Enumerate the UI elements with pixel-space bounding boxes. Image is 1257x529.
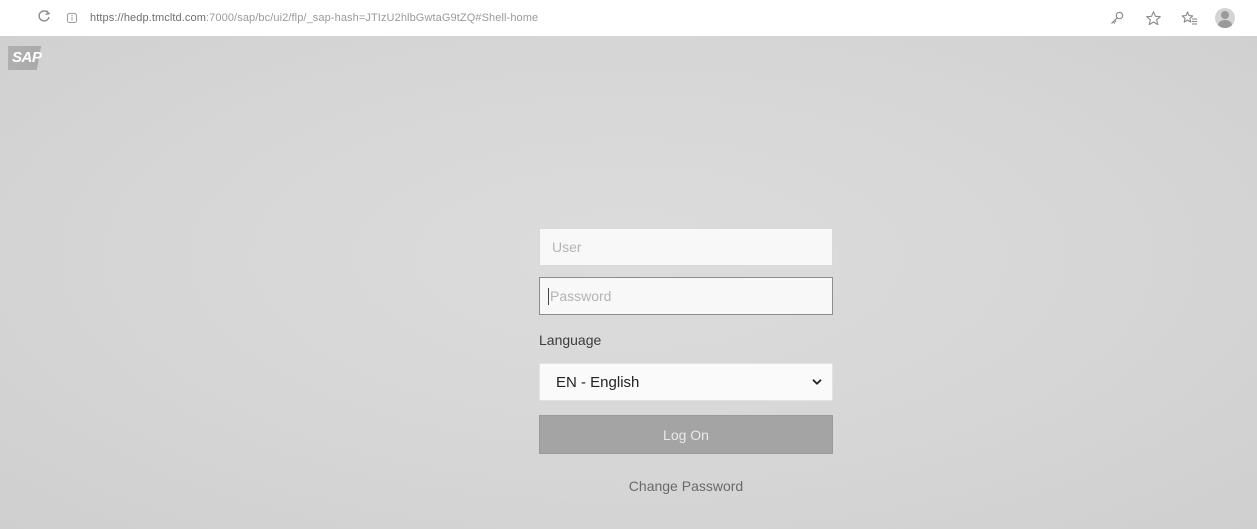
language-select[interactable]: EN - English	[539, 363, 833, 401]
browser-toolbar: https://hedp.tmcltd.com:7000/sap/bc/ui2/…	[0, 0, 1257, 36]
site-info-icon[interactable]	[66, 12, 78, 24]
reload-icon[interactable]	[36, 9, 52, 25]
key-icon[interactable]	[1107, 8, 1127, 28]
browser-tool-icons	[1107, 8, 1235, 28]
favorites-icon[interactable]	[1179, 8, 1199, 28]
login-page: SAP User Password Language EN - English …	[0, 36, 1257, 529]
url-host: https://hedp.tmcltd.com	[90, 12, 207, 24]
login-form: User Password Language EN - English Log …	[539, 228, 833, 494]
url-text: https://hedp.tmcltd.com:7000/sap/bc/ui2/…	[90, 12, 538, 24]
address-bar[interactable]: https://hedp.tmcltd.com:7000/sap/bc/ui2/…	[66, 5, 538, 31]
profile-avatar-icon[interactable]	[1215, 8, 1235, 28]
url-path: :7000/sap/bc/ui2/flp/_sap-hash=JTIzU2hlb…	[206, 12, 539, 24]
change-password-link[interactable]: Change Password	[539, 478, 833, 494]
user-input[interactable]: User	[539, 228, 833, 266]
user-placeholder: User	[552, 239, 582, 255]
language-selected-value: EN - English	[556, 373, 640, 391]
chevron-down-icon	[810, 375, 824, 389]
text-cursor	[548, 287, 549, 305]
star-icon[interactable]	[1143, 8, 1163, 28]
password-placeholder: Password	[550, 288, 612, 304]
log-on-button[interactable]: Log On	[539, 415, 833, 454]
language-label: Language	[539, 332, 602, 348]
sap-logo: SAP	[8, 46, 52, 70]
password-input[interactable]: Password	[539, 277, 833, 315]
